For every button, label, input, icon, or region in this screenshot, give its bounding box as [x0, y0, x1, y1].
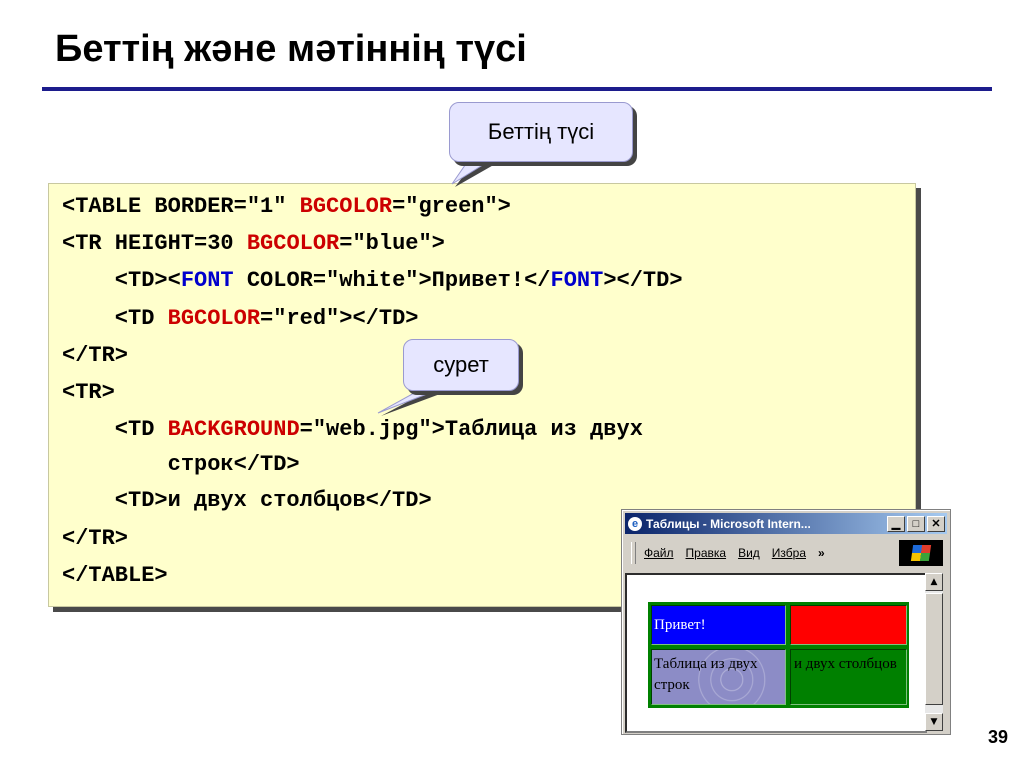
page-number: 39: [988, 727, 1009, 747]
code-keyword: BGCOLOR: [246, 231, 340, 257]
windows-logo-icon: [899, 540, 943, 566]
code-text: ="red"></TD>: [260, 305, 419, 331]
scroll-up-icon[interactable]: ▲: [925, 573, 943, 591]
code-text: <TD: [62, 305, 168, 331]
code-line-10: </TR>: [62, 525, 129, 551]
code-line-9: <TD>и двух столбцов</TD>: [62, 488, 432, 514]
code-keyword: BGCOLOR: [167, 305, 261, 331]
minimize-icon[interactable]: ▁: [887, 515, 905, 532]
code-line-3: <TD><FONT COLOR="white">Привет!</FONT></…: [62, 268, 683, 293]
menu-view[interactable]: Вид: [738, 546, 760, 560]
code-font-tag: FONT: [550, 268, 604, 294]
table-cell-red: [790, 605, 907, 645]
code-text: ="web.jpg">Таблица из двух: [299, 417, 643, 443]
menu-edit[interactable]: Правка: [686, 546, 727, 560]
callout-image: сурет: [403, 339, 519, 391]
table-cell-greeting: Привет!: [651, 605, 786, 645]
code-line-1: <TABLE BORDER="1" BGCOLOR="green">: [62, 194, 511, 219]
table-cell-background-image: Таблица из двух строк: [651, 649, 786, 705]
table-cell-columns: и двух столбцов: [790, 649, 907, 705]
scroll-down-icon[interactable]: ▼: [925, 713, 943, 731]
code-text: ></TD>: [603, 268, 683, 294]
browser-window: e Таблицы - Microsoft Intern... ▁ □ ✕ Фа…: [621, 509, 951, 735]
code-text: <TD: [62, 417, 168, 443]
code-text: ="blue">: [339, 231, 445, 257]
menu-file[interactable]: Файл: [644, 546, 674, 560]
browser-title: Таблицы - Microsoft Intern...: [646, 516, 811, 531]
title-underline: [42, 87, 992, 91]
callout-page-color: Беттің түсі: [449, 102, 633, 162]
menu-favorites[interactable]: Избра: [772, 546, 806, 560]
code-text: COLOR="white">Привет!</: [233, 268, 551, 294]
code-text: <TR HEIGHT=30: [62, 231, 247, 257]
code-line-8: строк</TD>: [62, 452, 300, 478]
scroll-thumb[interactable]: [925, 593, 943, 705]
code-keyword: BACKGROUND: [167, 417, 300, 443]
browser-viewport: Привет! Таблица из двух строк и двух сто…: [625, 573, 927, 733]
menu-bar: Файл Правка Вид Избра »: [625, 538, 947, 568]
code-text: ="green">: [392, 194, 511, 219]
code-line-2: <TR HEIGHT=30 BGCOLOR="blue">: [62, 231, 445, 256]
code-line-6: <TR>: [62, 380, 115, 406]
code-line-11: </TABLE>: [62, 562, 168, 588]
toolbar-grip[interactable]: [631, 542, 636, 564]
slide-title: Беттің және мәтіннің түсі: [55, 28, 527, 70]
maximize-icon[interactable]: □: [907, 515, 925, 532]
browser-titlebar[interactable]: e Таблицы - Microsoft Intern... ▁ □ ✕: [625, 513, 947, 534]
code-keyword: BGCOLOR: [299, 194, 393, 219]
code-font-tag: FONT: [180, 268, 234, 294]
close-icon[interactable]: ✕: [927, 515, 945, 532]
rendered-table: Привет! Таблица из двух строк и двух сто…: [648, 602, 909, 708]
menu-overflow-chevron[interactable]: »: [818, 546, 825, 560]
html-code: <TABLE BORDER="1" BGCOLOR="green"> <TR H…: [62, 188, 683, 594]
code-text: <TD><: [62, 268, 181, 294]
vertical-scrollbar[interactable]: ▲ ▼: [925, 573, 943, 731]
ie-icon: e: [628, 516, 642, 531]
code-line-4: <TD BGCOLOR="red"></TD>: [62, 305, 419, 331]
code-text: <TABLE BORDER="1": [62, 194, 300, 219]
code-line-7: <TD BACKGROUND="web.jpg">Таблица из двух: [62, 417, 643, 442]
code-line-5: </TR>: [62, 342, 129, 368]
